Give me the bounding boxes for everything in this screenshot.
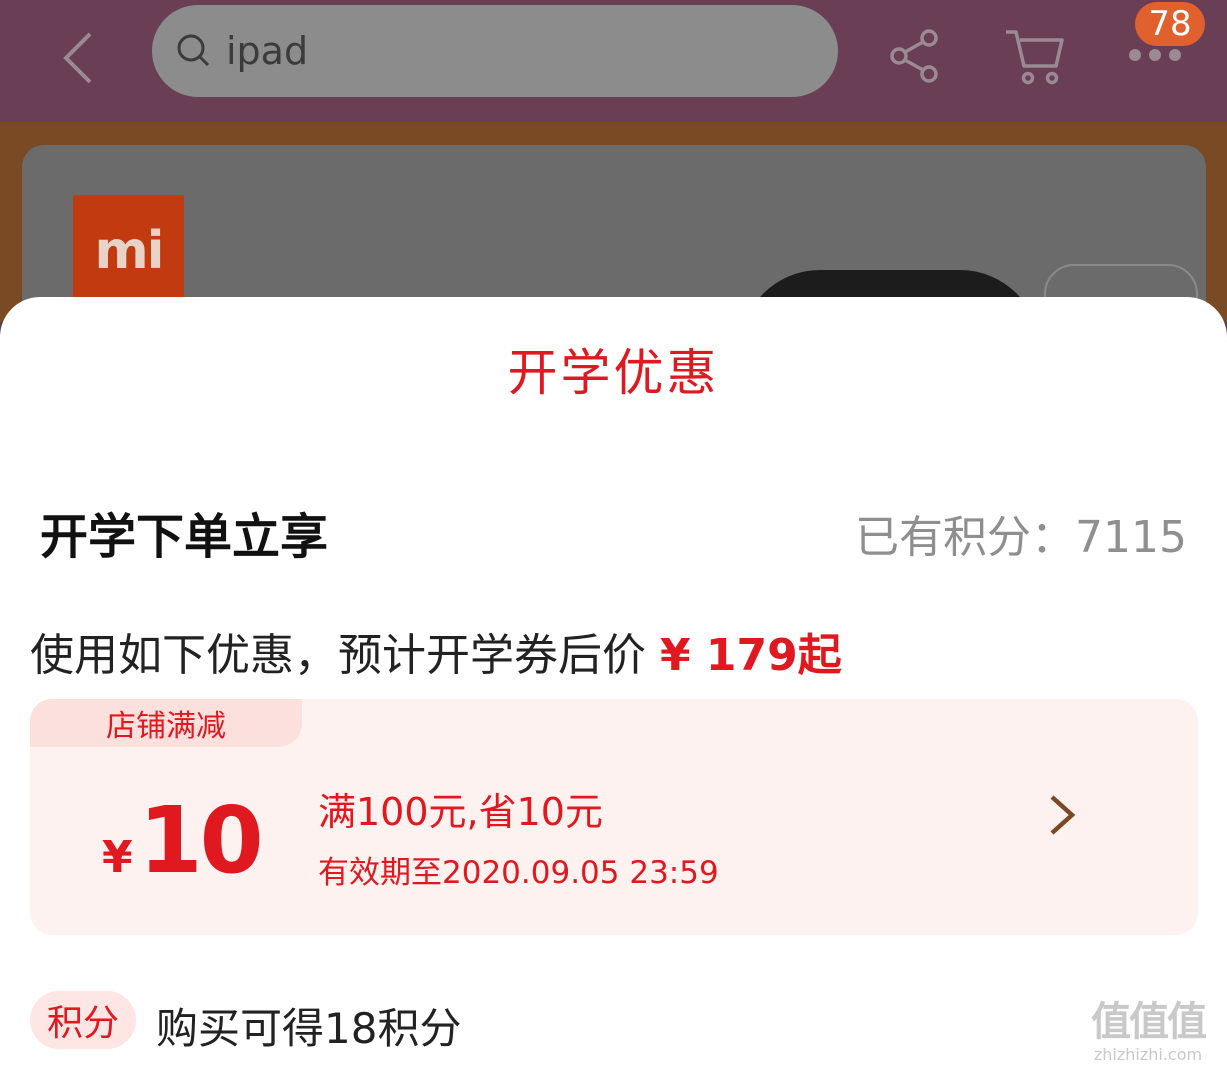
- cart-icon: [1006, 30, 1064, 85]
- search-text: ipad: [226, 29, 309, 73]
- coupon-validity: 有效期至2020.09.05 23:59: [318, 855, 719, 891]
- estimated-price-line: 使用如下优惠，预计开学券后价 ¥ 179起: [30, 619, 842, 683]
- cart-count-badge: 78: [1135, 2, 1205, 46]
- brand-logo: mi: [73, 195, 184, 306]
- search-icon: [177, 34, 210, 67]
- points-tag: 积分: [30, 991, 136, 1049]
- watermark-logo: 值值值: [1091, 999, 1207, 1045]
- promo-subtitle: 开学下单立享: [40, 509, 329, 565]
- share-button[interactable]: [885, 26, 945, 86]
- share-icon: [890, 29, 938, 83]
- points-reward-text: 购买可得18积分: [156, 1004, 462, 1053]
- price-prefix: 使用如下优惠，预计开学券后价: [30, 630, 646, 681]
- search-input[interactable]: ipad: [152, 5, 838, 97]
- watermark-url: zhizhizhi.com: [1093, 1045, 1203, 1064]
- coupon-currency: ¥: [102, 832, 133, 883]
- coupon-rule: 满100元,省10元: [318, 790, 603, 834]
- estimated-price: ¥ 179起: [660, 630, 842, 681]
- points-value: 7115: [1075, 512, 1187, 563]
- points-label: 已有积分：: [855, 512, 1076, 563]
- points-balance: 已有积分：7115: [855, 501, 1187, 565]
- store-coupon[interactable]: 店铺满减 ¥ 10 满100元,省10元 有效期至2020.09.05 23:5…: [30, 699, 1198, 935]
- cart-button[interactable]: [1002, 24, 1068, 88]
- coupon-tag: 店铺满减: [30, 699, 302, 747]
- watermark: 值值值 zhizhizhi.com: [1078, 1000, 1218, 1076]
- chevron-left-icon: [63, 32, 92, 84]
- chevron-right-icon[interactable]: [1042, 791, 1082, 839]
- coupon-amount: ¥ 10: [102, 787, 264, 894]
- promotion-sheet: 开学优惠 开学下单立享 已有积分：7115 使用如下优惠，预计开学券后价 ¥ 1…: [0, 297, 1227, 1079]
- more-dots-icon: [1129, 49, 1181, 61]
- back-button[interactable]: [52, 28, 102, 88]
- coupon-value: 10: [138, 787, 264, 894]
- sheet-title: 开学优惠: [507, 344, 720, 402]
